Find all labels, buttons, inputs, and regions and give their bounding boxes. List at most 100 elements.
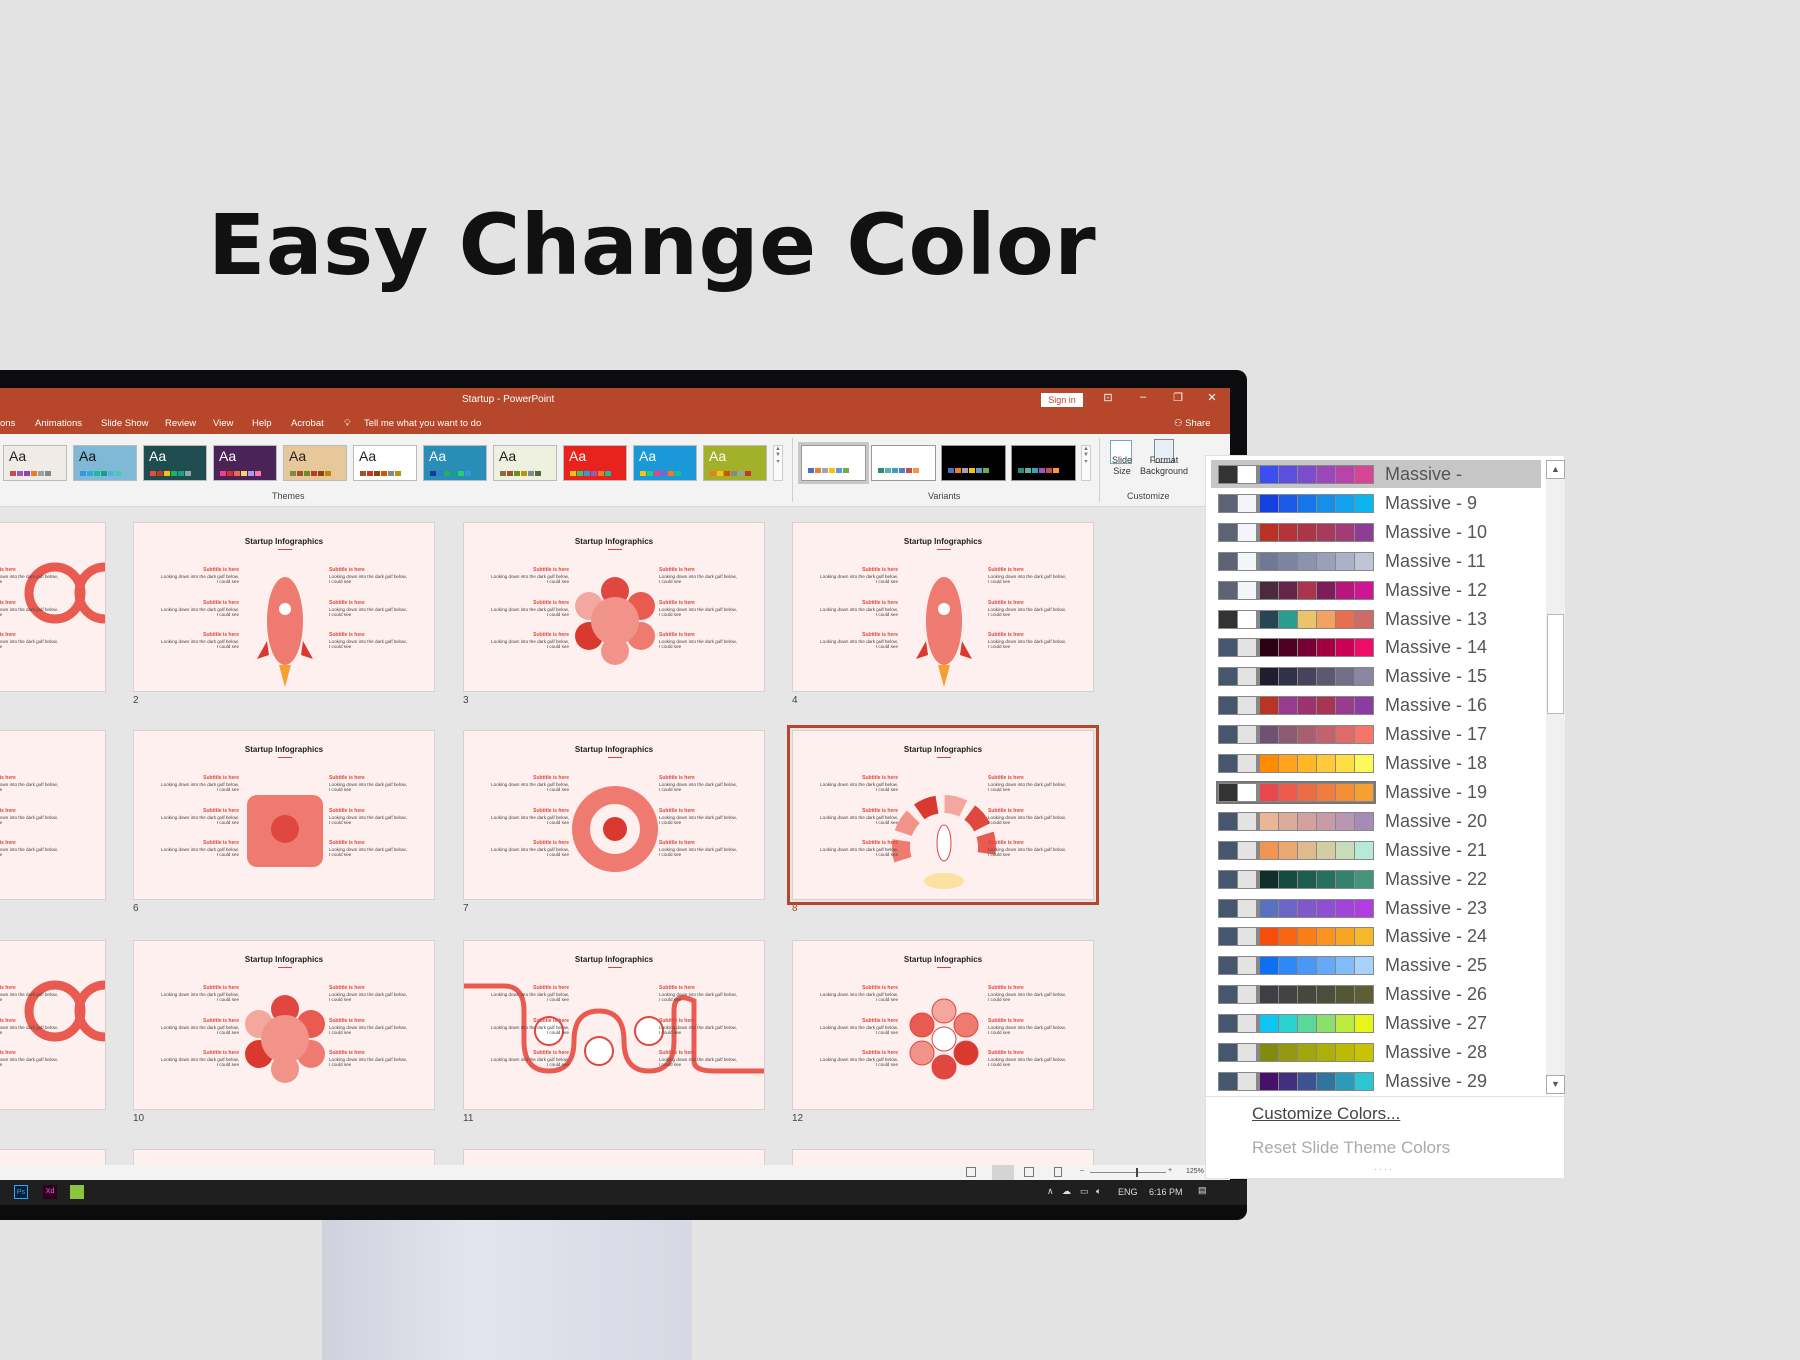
theme-thumbnail[interactable]: Aa [283,445,347,481]
share-button[interactable]: ⚇ Share [1174,418,1211,429]
language-indicator[interactable]: ENG [1118,1187,1138,1197]
theme-thumbnail[interactable]: Aa [73,445,137,481]
tab-help[interactable]: Help [252,418,272,429]
theme-thumbnail[interactable]: Aa [143,445,207,481]
slide-thumbnail[interactable] [133,1149,435,1165]
color-palette-option[interactable]: Massive - 22 [1211,865,1541,893]
theme-thumbnail[interactable]: Aa [3,445,67,481]
reading-view-icon[interactable] [1024,1167,1034,1177]
color-palette-option[interactable]: Massive - 15 [1211,662,1541,690]
tell-me-search[interactable]: Tell me what you want to do [364,418,481,429]
variant-thumbnail[interactable] [798,442,869,484]
color-palette-option[interactable]: Massive - 16 [1211,691,1541,719]
reset-theme-colors-menu-item[interactable]: Reset Slide Theme Colors [1252,1138,1450,1158]
color-palette-option[interactable]: Massive - 13 [1211,605,1541,633]
zoom-in-button[interactable]: + [1168,1167,1172,1174]
theme-thumbnail[interactable]: Aa [563,445,627,481]
sign-in-button[interactable]: Sign in [1041,393,1083,407]
color-palette-option[interactable]: Massive - 14 [1211,633,1541,661]
variant-thumbnail[interactable] [1011,445,1076,481]
slide-thumbnail[interactable]: Subtitle is hereLooking down into the da… [0,730,106,900]
zoom-slider-handle[interactable] [1136,1168,1138,1177]
color-palette-option[interactable]: Massive - 25 [1211,951,1541,979]
color-palette-option[interactable]: Massive - 28 [1211,1038,1541,1066]
slide-thumbnail[interactable]: Startup Infographics Subtitle is here Look… [463,730,765,900]
slide-thumbnail[interactable]: Subtitle is hereLooking down into the da… [0,522,106,692]
cloud-icon[interactable]: ☁ [1062,1186,1071,1197]
slide-thumbnail[interactable]: Startup Infographics Subtitle is here Look… [133,730,435,900]
app-icon[interactable] [70,1185,84,1199]
color-palette-option[interactable]: Massive - 19 [1211,778,1541,806]
tab-acrobat[interactable]: Acrobat [291,418,324,429]
slide-thumbnail[interactable] [463,1149,765,1165]
variant-thumbnail[interactable] [871,445,936,481]
slideshow-view-icon[interactable] [1054,1167,1062,1177]
slide-thumbnail[interactable]: Startup Infographics Subtitle is here Look… [787,725,1099,905]
color-palette-option[interactable]: Massive - 27 [1211,1009,1541,1037]
close-icon[interactable]: ✕ [1202,391,1222,404]
volume-icon[interactable]: 🔈︎ [1096,1186,1101,1197]
color-palette-option[interactable]: Massive - 29 [1211,1067,1541,1095]
tab-review[interactable]: Review [165,418,196,429]
color-palette-option[interactable]: Massive - 12 [1211,576,1541,604]
theme-thumbnail[interactable]: Aa [703,445,767,481]
slide-sorter-view-icon[interactable] [992,1165,1014,1180]
slide-thumbnail[interactable]: Startup Infographics Subtitle is here Look… [792,940,1094,1110]
normal-view-icon[interactable] [966,1167,976,1177]
tab-slide-show[interactable]: Slide Show [101,418,149,429]
slide-thumbnail[interactable] [792,1149,1094,1165]
color-palette-option[interactable]: Massive - 18 [1211,749,1541,777]
swatch [654,471,660,476]
scroll-up-icon[interactable]: ▲ [1546,460,1565,479]
scroll-down-icon[interactable]: ▼ [1546,1075,1565,1094]
slide-thumbnail[interactable]: Startup Infographics Subtitle is here Look… [463,522,765,692]
theme-thumbnail[interactable]: Aa [353,445,417,481]
slide-thumbnail[interactable]: Startup Infographics Subtitle is here Look… [792,522,1094,692]
scroll-thumb[interactable] [1547,614,1564,714]
variants-gallery-scroll[interactable]: ▲ ▼ ▾ [1081,445,1091,481]
themes-gallery-scroll[interactable]: ▲ ▼ ▾ [773,445,783,481]
tray-chevron-icon[interactable]: ∧ [1047,1186,1054,1197]
color-palette-option[interactable]: Massive - 20 [1211,807,1541,835]
restore-icon[interactable]: ❐ [1168,391,1188,404]
tab-animations[interactable]: Animations [35,418,82,429]
format-background-button[interactable]: Format Background [1138,455,1190,477]
slide-thumbnail[interactable]: Startup Infographics Subtitle is here Look… [133,940,435,1110]
tab-ons[interactable]: ons [0,418,15,429]
customize-colors-menu-item[interactable]: Customize Colors... [1252,1104,1400,1124]
dropdown-scrollbar[interactable]: ▲ ▼ [1546,460,1565,1094]
theme-thumbnail[interactable]: Aa [633,445,697,481]
color-palette-option[interactable]: Massive - 10 [1211,518,1541,546]
color-palette-option[interactable]: Massive - 21 [1211,836,1541,864]
notifications-icon[interactable]: ▤ [1198,1185,1207,1196]
slide-thumbnail[interactable]: Startup Infographics Subtitle is here Look… [133,522,435,692]
slide-thumbnail[interactable]: Startup Infographics Subtitle is here Look… [463,940,765,1110]
color-palette-option[interactable]: Massive - 24 [1211,922,1541,950]
theme-thumbnail[interactable]: Aa [493,445,557,481]
clock[interactable]: 6:16 PM [1149,1187,1183,1197]
zoom-out-button[interactable]: – [1080,1167,1084,1174]
theme-thumbnail[interactable]: Aa [213,445,277,481]
slide-thumbnail[interactable] [0,1149,106,1165]
network-icon[interactable]: ▭ [1080,1186,1089,1197]
ribbon-display-icon[interactable]: ⊡ [1098,391,1118,404]
tab-view[interactable]: View [213,418,233,429]
swatch [1279,1072,1297,1090]
color-palette-option[interactable]: Massive - 23 [1211,894,1541,922]
photoshop-icon[interactable]: Ps [14,1185,28,1199]
color-palette-option[interactable]: Massive - 17 [1211,720,1541,748]
zoom-level[interactable]: 125% [1186,1168,1204,1175]
resize-grip-icon[interactable]: ···· [1374,1164,1394,1174]
minimize-icon[interactable]: – [1133,391,1153,403]
slide-size-button[interactable]: Slide Size [1108,455,1136,477]
zoom-slider[interactable] [1090,1172,1166,1173]
variant-thumbnail[interactable] [941,445,1006,481]
color-palette-option[interactable]: Massive - 11 [1211,547,1541,575]
slide-thumbnail[interactable]: Subtitle is hereLooking down into the da… [0,940,106,1110]
theme-thumbnail[interactable]: Aa [423,445,487,481]
color-palette-option[interactable]: Massive - 26 [1211,980,1541,1008]
xd-icon[interactable]: Xd [43,1185,57,1199]
color-palette-option[interactable]: Massive - 9 [1211,489,1541,517]
color-palette-option[interactable]: Massive - [1211,460,1541,488]
body-text: Looking down into the dark gulf below, I… [329,1056,407,1068]
